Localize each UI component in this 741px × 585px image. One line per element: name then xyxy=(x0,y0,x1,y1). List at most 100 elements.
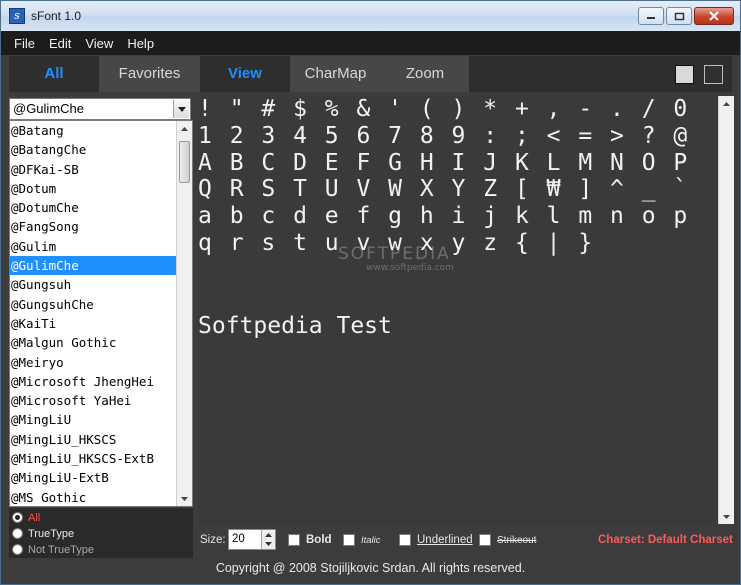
font-list-item[interactable]: @MingLiU xyxy=(10,410,177,429)
underlined-label: Underlined xyxy=(417,534,473,546)
font-list-item[interactable]: @MS Gothic xyxy=(10,488,177,506)
radio-all[interactable]: All xyxy=(12,510,40,525)
tab-zoom[interactable]: Zoom xyxy=(381,56,469,92)
menu-bar: File Edit View Help xyxy=(1,31,740,55)
strikeout-label: Strikeout xyxy=(497,534,537,546)
font-preview-area: ! " # $ % & ' ( ) * + , - . / 0 1 2 3 4 … xyxy=(198,96,734,524)
title-bar[interactable]: s sFont 1.0 xyxy=(1,1,740,31)
watermark-subtext: www.softpedia.com xyxy=(366,263,454,273)
font-list-item[interactable]: @GulimChe xyxy=(10,256,177,276)
bold-label: Bold xyxy=(306,534,332,546)
font-list-item[interactable]: @Microsoft YaHei xyxy=(10,391,177,410)
watermark: SOFTPEDIA www.softpedia.com xyxy=(338,244,454,273)
tab-bar: All Favorites View CharMap Zoom xyxy=(9,56,732,92)
spin-up-button[interactable] xyxy=(262,530,275,539)
minimize-icon xyxy=(647,17,655,19)
window-title: sFont 1.0 xyxy=(31,9,82,23)
chevron-down-icon xyxy=(265,541,272,546)
size-label: Size: xyxy=(200,534,226,546)
scroll-up-arrow[interactable] xyxy=(177,121,192,136)
dropdown-button[interactable] xyxy=(173,100,189,118)
maximize-icon xyxy=(674,12,684,20)
dark-background-swatch[interactable] xyxy=(704,65,723,84)
font-list-item[interactable]: @Malgun Gothic xyxy=(10,333,177,352)
font-list[interactable]: @Batang @BatangChe @DFKai-SB @Dotum @DotumCh… xyxy=(9,120,193,507)
style-controls: Size: 20 Bold Italic Underlined Strikeou… xyxy=(198,527,734,553)
minimize-button[interactable] xyxy=(638,7,664,25)
radio-dot[interactable] xyxy=(12,512,23,523)
chevron-up-icon xyxy=(265,532,272,537)
chevron-down-icon xyxy=(177,106,186,112)
strikeout-checkbox[interactable]: Strikeout xyxy=(479,527,536,553)
bold-checkbox[interactable]: Bold xyxy=(288,527,332,553)
app-window: s sFont 1.0 File Edit View Help All Favo… xyxy=(0,0,741,585)
size-stepper[interactable]: 20 xyxy=(228,529,276,550)
font-list-scrollbar[interactable] xyxy=(176,121,192,506)
font-list-item[interactable]: @Meiryo xyxy=(10,353,177,372)
chevron-down-icon xyxy=(723,514,730,519)
font-list-item[interactable]: @GungsuhChe xyxy=(10,295,177,314)
close-button[interactable] xyxy=(694,7,734,25)
font-list-item[interactable]: @Batang xyxy=(10,121,177,140)
spin-down-button[interactable] xyxy=(262,539,275,548)
checkbox-box[interactable] xyxy=(288,534,300,546)
font-list-item[interactable]: @Gulim xyxy=(10,237,177,256)
menu-view[interactable]: View xyxy=(78,36,120,51)
radio-not-truetype[interactable]: Not TrueType xyxy=(12,542,94,557)
size-spinner[interactable] xyxy=(261,530,275,549)
font-list-item[interactable]: @MingLiU-ExtB xyxy=(10,468,177,487)
underlined-checkbox[interactable]: Underlined xyxy=(399,527,473,553)
font-list-items: @Batang @BatangChe @DFKai-SB @Dotum @DotumCh… xyxy=(10,121,177,506)
font-list-item[interactable]: @KaiTi xyxy=(10,314,177,333)
radio-truetype[interactable]: TrueType xyxy=(12,526,74,541)
font-list-item[interactable]: @MingLiU_HKSCS xyxy=(10,430,177,449)
size-value[interactable]: 20 xyxy=(232,533,245,545)
tab-charmap[interactable]: CharMap xyxy=(290,56,381,92)
radio-truetype-label: TrueType xyxy=(28,527,75,540)
scroll-down-arrow[interactable] xyxy=(719,509,734,524)
font-list-item[interactable]: @DFKai-SB xyxy=(10,160,177,179)
light-background-swatch[interactable] xyxy=(675,65,694,84)
italic-label: Italic xyxy=(361,534,381,546)
font-list-item[interactable]: @Dotum xyxy=(10,179,177,198)
charset-label[interactable]: Charset: Default Charset xyxy=(598,527,733,553)
scroll-thumb[interactable] xyxy=(179,141,190,183)
preview-scrollbar[interactable] xyxy=(718,96,734,524)
chevron-up-icon xyxy=(723,101,730,106)
watermark-text: SOFTPEDIA xyxy=(338,244,451,264)
character-preview: ! " # $ % & ' ( ) * + , - . / 0 1 2 3 4 … xyxy=(198,96,706,256)
checkbox-box[interactable] xyxy=(343,534,355,546)
window-controls xyxy=(638,7,734,25)
menu-edit[interactable]: Edit xyxy=(42,36,78,51)
checkbox-box[interactable] xyxy=(479,534,491,546)
checkbox-box[interactable] xyxy=(399,534,411,546)
font-list-item[interactable]: @MingLiU_HKSCS-ExtB xyxy=(10,449,177,468)
radio-not-truetype-label: Not TrueType xyxy=(28,543,95,556)
scroll-down-arrow[interactable] xyxy=(177,491,192,506)
tab-view[interactable]: View xyxy=(200,56,290,92)
copyright-footer: Copyright @ 2008 Stojiljkovic Srdan. All… xyxy=(215,561,526,575)
menu-file[interactable]: File xyxy=(7,36,42,51)
font-list-item[interactable]: @FangSong xyxy=(10,217,177,236)
radio-all-label: All xyxy=(28,511,41,524)
chevron-down-icon xyxy=(181,496,188,501)
maximize-button[interactable] xyxy=(666,7,692,25)
tab-favorites[interactable]: Favorites xyxy=(99,56,200,92)
menu-help[interactable]: Help xyxy=(120,36,161,51)
radio-dot[interactable] xyxy=(12,528,23,539)
font-list-item[interactable]: @Microsoft JhengHei xyxy=(10,372,177,391)
font-list-item[interactable]: @BatangChe xyxy=(10,140,177,159)
font-dropdown-value: @GulimChe xyxy=(13,101,84,116)
scroll-up-arrow[interactable] xyxy=(719,96,734,111)
italic-checkbox[interactable]: Italic xyxy=(343,527,381,553)
font-list-item[interactable]: @Gungsuh xyxy=(10,275,177,294)
font-list-item[interactable]: @DotumChe xyxy=(10,198,177,217)
app-icon: s xyxy=(9,8,25,24)
chevron-up-icon xyxy=(181,126,188,131)
close-icon xyxy=(709,11,719,21)
font-dropdown[interactable]: @GulimChe xyxy=(9,98,191,120)
radio-dot[interactable] xyxy=(12,544,23,555)
font-type-filter: All TrueType Not TrueType xyxy=(9,508,193,558)
tab-all[interactable]: All xyxy=(9,56,99,92)
sample-text: Softpedia Test xyxy=(198,313,392,339)
